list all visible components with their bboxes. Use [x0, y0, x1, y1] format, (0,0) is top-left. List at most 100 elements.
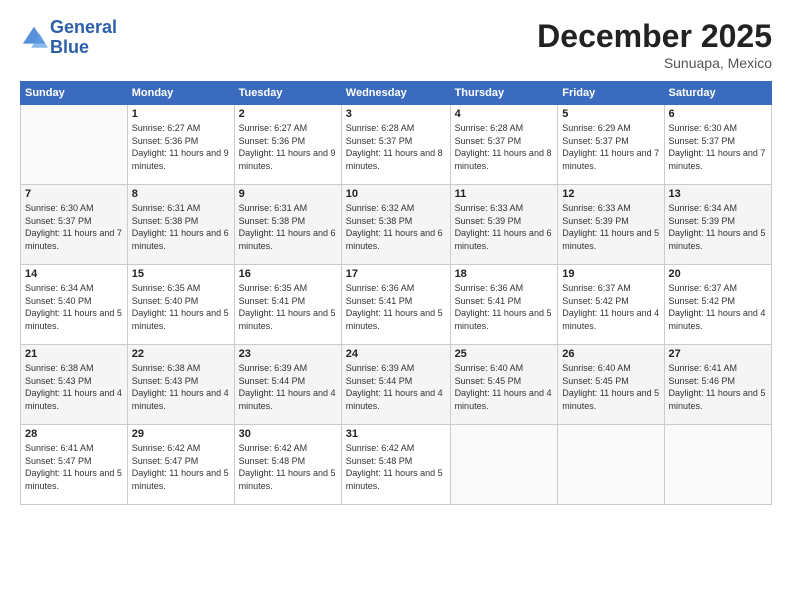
- week-row-4: 21Sunrise: 6:38 AMSunset: 5:43 PMDayligh…: [21, 345, 772, 425]
- day-info: Sunrise: 6:35 AMSunset: 5:40 PMDaylight:…: [132, 282, 230, 332]
- day-info: Sunrise: 6:37 AMSunset: 5:42 PMDaylight:…: [562, 282, 659, 332]
- day-number: 27: [669, 348, 767, 360]
- day-number: 20: [669, 268, 767, 280]
- logo-icon: [20, 24, 48, 52]
- day-number: 10: [346, 188, 446, 200]
- day-number: 18: [455, 268, 554, 280]
- day-info: Sunrise: 6:42 AMSunset: 5:48 PMDaylight:…: [239, 442, 337, 492]
- day-info: Sunrise: 6:40 AMSunset: 5:45 PMDaylight:…: [455, 362, 554, 412]
- day-number: 5: [562, 108, 659, 120]
- day-cell: 11Sunrise: 6:33 AMSunset: 5:39 PMDayligh…: [450, 185, 558, 265]
- day-cell: [450, 425, 558, 505]
- day-info: Sunrise: 6:34 AMSunset: 5:39 PMDaylight:…: [669, 202, 767, 252]
- day-info: Sunrise: 6:28 AMSunset: 5:37 PMDaylight:…: [346, 122, 446, 172]
- day-cell: 25 Sunrise: 6:40 AMSunset: 5:45 PMDayligh…: [450, 345, 558, 425]
- day-info: Sunrise: 6:30 AMSunset: 5:37 PMDaylight:…: [669, 122, 767, 172]
- calendar-table: SundayMondayTuesdayWednesdayThursdayFrid…: [20, 81, 772, 505]
- day-cell: 22Sunrise: 6:38 AMSunset: 5:43 PMDayligh…: [127, 345, 234, 425]
- day-cell: 3 Sunrise: 6:28 AMSunset: 5:37 PMDaylight…: [341, 105, 450, 185]
- day-number: 2: [239, 108, 337, 120]
- title-block: December 2025 Sunuapa, Mexico: [537, 18, 772, 71]
- day-cell: 6 Sunrise: 6:30 AMSunset: 5:37 PMDaylight…: [664, 105, 771, 185]
- day-number: 25: [455, 348, 554, 360]
- day-cell: 10Sunrise: 6:32 AMSunset: 5:38 PMDayligh…: [341, 185, 450, 265]
- day-number: 28: [25, 428, 123, 440]
- col-header-tuesday: Tuesday: [234, 82, 341, 105]
- week-row-2: 7 Sunrise: 6:30 AMSunset: 5:37 PMDaylight…: [21, 185, 772, 265]
- day-number: 3: [346, 108, 446, 120]
- day-cell: 9Sunrise: 6:31 AMSunset: 5:38 PMDaylight…: [234, 185, 341, 265]
- day-cell: 13 Sunrise: 6:34 AMSunset: 5:39 PMDayligh…: [664, 185, 771, 265]
- day-cell: 18 Sunrise: 6:36 AMSunset: 5:41 PMDayligh…: [450, 265, 558, 345]
- col-header-thursday: Thursday: [450, 82, 558, 105]
- day-number: 15: [132, 268, 230, 280]
- page: General Blue December 2025 Sunuapa, Mexi…: [0, 0, 792, 612]
- day-info: Sunrise: 6:42 AMSunset: 5:47 PMDaylight:…: [132, 442, 230, 492]
- day-cell: 21Sunrise: 6:38 AMSunset: 5:43 PMDayligh…: [21, 345, 128, 425]
- day-cell: 24Sunrise: 6:39 AMSunset: 5:44 PMDayligh…: [341, 345, 450, 425]
- day-info: Sunrise: 6:33 AMSunset: 5:39 PMDaylight:…: [562, 202, 659, 252]
- day-cell: [558, 425, 664, 505]
- day-cell: 29 Sunrise: 6:42 AMSunset: 5:47 PMDayligh…: [127, 425, 234, 505]
- day-number: 31: [346, 428, 446, 440]
- day-cell: 20Sunrise: 6:37 AMSunset: 5:42 PMDayligh…: [664, 265, 771, 345]
- day-number: 26: [562, 348, 659, 360]
- day-info: Sunrise: 6:35 AMSunset: 5:41 PMDaylight:…: [239, 282, 337, 332]
- day-info: Sunrise: 6:34 AMSunset: 5:40 PMDaylight:…: [25, 282, 123, 332]
- day-info: Sunrise: 6:31 AMSunset: 5:38 PMDaylight:…: [132, 202, 230, 252]
- day-info: Sunrise: 6:41 AMSunset: 5:46 PMDaylight:…: [669, 362, 767, 412]
- day-cell: 1 Sunrise: 6:27 AMSunset: 5:36 PMDaylight…: [127, 105, 234, 185]
- day-number: 24: [346, 348, 446, 360]
- logo-text: General Blue: [50, 18, 117, 58]
- day-info: Sunrise: 6:28 AMSunset: 5:37 PMDaylight:…: [455, 122, 554, 172]
- day-number: 17: [346, 268, 446, 280]
- day-info: Sunrise: 6:30 AMSunset: 5:37 PMDaylight:…: [25, 202, 123, 252]
- col-header-monday: Monday: [127, 82, 234, 105]
- logo-line2: Blue: [50, 38, 117, 58]
- day-number: 30: [239, 428, 337, 440]
- day-number: 19: [562, 268, 659, 280]
- header-row: SundayMondayTuesdayWednesdayThursdayFrid…: [21, 82, 772, 105]
- day-number: 16: [239, 268, 337, 280]
- day-number: 6: [669, 108, 767, 120]
- day-info: Sunrise: 6:29 AMSunset: 5:37 PMDaylight:…: [562, 122, 659, 172]
- week-row-5: 28 Sunrise: 6:41 AMSunset: 5:47 PMDayligh…: [21, 425, 772, 505]
- day-number: 1: [132, 108, 230, 120]
- day-info: Sunrise: 6:36 AMSunset: 5:41 PMDaylight:…: [455, 282, 554, 332]
- col-header-wednesday: Wednesday: [341, 82, 450, 105]
- day-cell: 2Sunrise: 6:27 AMSunset: 5:36 PMDaylight…: [234, 105, 341, 185]
- day-cell: 26 Sunrise: 6:40 AMSunset: 5:45 PMDayligh…: [558, 345, 664, 425]
- day-info: Sunrise: 6:42 AMSunset: 5:48 PMDaylight:…: [346, 442, 446, 492]
- day-info: Sunrise: 6:31 AMSunset: 5:38 PMDaylight:…: [239, 202, 337, 252]
- day-cell: 30 Sunrise: 6:42 AMSunset: 5:48 PMDayligh…: [234, 425, 341, 505]
- day-cell: 28 Sunrise: 6:41 AMSunset: 5:47 PMDayligh…: [21, 425, 128, 505]
- day-number: 22: [132, 348, 230, 360]
- day-info: Sunrise: 6:27 AMSunset: 5:36 PMDaylight:…: [132, 122, 230, 172]
- week-row-3: 14 Sunrise: 6:34 AMSunset: 5:40 PMDayligh…: [21, 265, 772, 345]
- day-cell: 7 Sunrise: 6:30 AMSunset: 5:37 PMDaylight…: [21, 185, 128, 265]
- col-header-sunday: Sunday: [21, 82, 128, 105]
- day-info: Sunrise: 6:36 AMSunset: 5:41 PMDaylight:…: [346, 282, 446, 332]
- day-cell: [664, 425, 771, 505]
- day-cell: 17 Sunrise: 6:36 AMSunset: 5:41 PMDayligh…: [341, 265, 450, 345]
- day-number: 29: [132, 428, 230, 440]
- day-number: 8: [132, 188, 230, 200]
- day-number: 14: [25, 268, 123, 280]
- day-number: 13: [669, 188, 767, 200]
- day-info: Sunrise: 6:41 AMSunset: 5:47 PMDaylight:…: [25, 442, 123, 492]
- month-title: December 2025: [537, 18, 772, 55]
- day-info: Sunrise: 6:39 AMSunset: 5:44 PMDaylight:…: [239, 362, 337, 412]
- day-cell: [21, 105, 128, 185]
- day-cell: 23 Sunrise: 6:39 AMSunset: 5:44 PMDayligh…: [234, 345, 341, 425]
- day-info: Sunrise: 6:40 AMSunset: 5:45 PMDaylight:…: [562, 362, 659, 412]
- header: General Blue December 2025 Sunuapa, Mexi…: [20, 18, 772, 71]
- day-number: 23: [239, 348, 337, 360]
- day-cell: 8 Sunrise: 6:31 AMSunset: 5:38 PMDaylight…: [127, 185, 234, 265]
- logo: General Blue: [20, 18, 117, 58]
- day-cell: 5 Sunrise: 6:29 AMSunset: 5:37 PMDaylight…: [558, 105, 664, 185]
- day-cell: 16 Sunrise: 6:35 AMSunset: 5:41 PMDayligh…: [234, 265, 341, 345]
- day-cell: 4Sunrise: 6:28 AMSunset: 5:37 PMDaylight…: [450, 105, 558, 185]
- day-number: 7: [25, 188, 123, 200]
- day-number: 21: [25, 348, 123, 360]
- day-cell: 14 Sunrise: 6:34 AMSunset: 5:40 PMDayligh…: [21, 265, 128, 345]
